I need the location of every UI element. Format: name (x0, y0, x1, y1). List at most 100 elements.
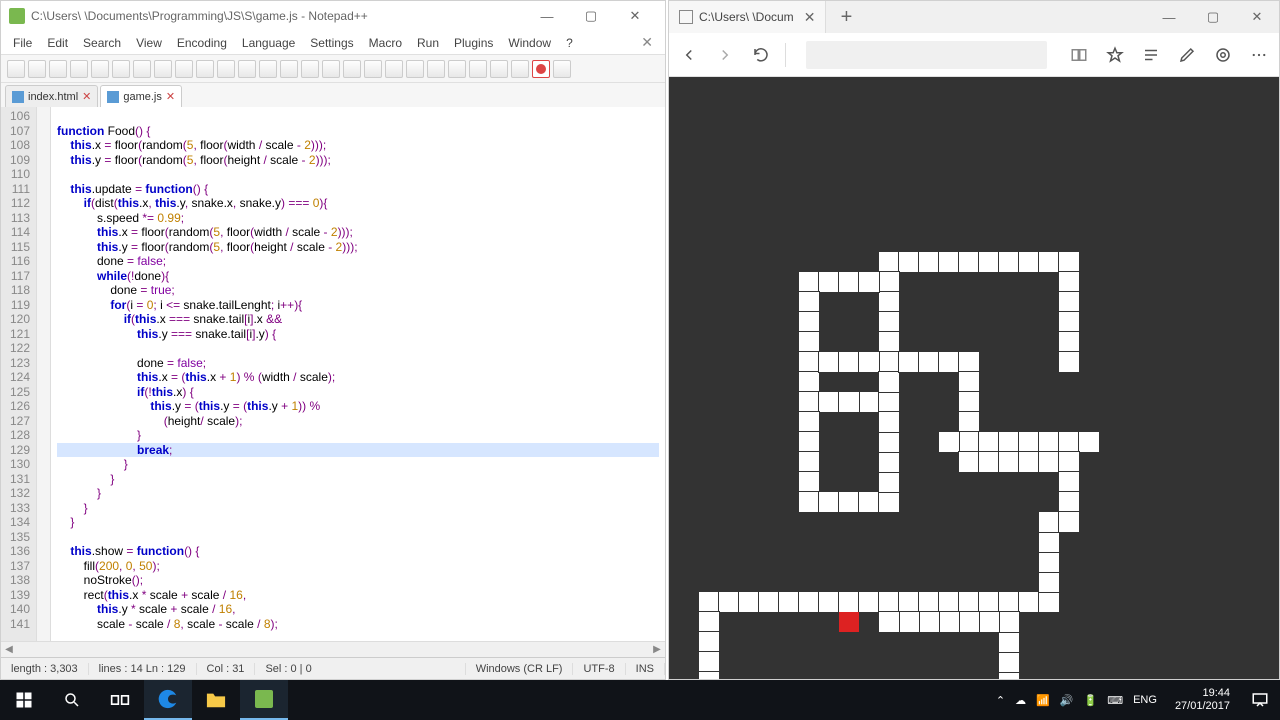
toolbar-button-5[interactable] (112, 60, 130, 78)
tray-onedrive-icon[interactable]: ☁ (1015, 694, 1026, 707)
menu-macro[interactable]: Macro (363, 34, 408, 52)
address-bar[interactable] (806, 41, 1047, 69)
toolbar-button-18[interactable] (385, 60, 403, 78)
snake-segment (1019, 592, 1039, 612)
menu-plugins[interactable]: Plugins (448, 34, 499, 52)
new-tab-button[interactable]: + (826, 6, 866, 29)
system-tray[interactable]: ⌃ ☁ 📶 🔊 🔋 ⌨ ENG (988, 694, 1165, 707)
toolbar-button-6[interactable] (133, 60, 151, 78)
favorite-icon[interactable] (1103, 43, 1127, 67)
windows-taskbar: ⌃ ☁ 📶 🔊 🔋 ⌨ ENG 19:44 27/01/2017 (0, 680, 1280, 720)
npp-maximize-button[interactable]: ▢ (569, 2, 613, 30)
share-icon[interactable] (1211, 43, 1235, 67)
menu-view[interactable]: View (130, 34, 168, 52)
file-tab-game.js[interactable]: game.js✕ (100, 85, 182, 107)
tab-close-icon[interactable]: ✕ (82, 90, 91, 103)
menu-settings[interactable]: Settings (304, 34, 359, 52)
toolbar-button-10[interactable] (217, 60, 235, 78)
horizontal-scrollbar[interactable]: ◀ ▶ (1, 641, 665, 657)
status-eol: Windows (CR LF) (466, 663, 574, 675)
menu-?[interactable]: ? (560, 34, 579, 52)
toolbar-button-19[interactable] (406, 60, 424, 78)
hub-icon[interactable] (1139, 43, 1163, 67)
edge-maximize-button[interactable]: ▢ (1191, 2, 1235, 32)
more-icon[interactable] (1247, 43, 1271, 67)
toolbar-button-0[interactable] (7, 60, 25, 78)
toolbar-button-23[interactable] (490, 60, 508, 78)
file-tab-index.html[interactable]: index.html✕ (5, 85, 98, 107)
menu-file[interactable]: File (7, 34, 38, 52)
menu-search[interactable]: Search (77, 34, 127, 52)
task-view-button[interactable] (96, 680, 144, 720)
tray-volume-icon[interactable]: 🔊 (1060, 694, 1074, 707)
tray-battery-icon[interactable]: 🔋 (1084, 694, 1098, 707)
npp-close-button[interactable]: ✕ (613, 2, 657, 30)
menu-edit[interactable]: Edit (41, 34, 74, 52)
toolbar-button-20[interactable] (427, 60, 445, 78)
npp-minimize-button[interactable]: — (525, 2, 569, 30)
snake-segment (879, 352, 899, 372)
toolbar-button-17[interactable] (364, 60, 382, 78)
snake-segment (799, 592, 819, 612)
edge-close-button[interactable]: ✕ (1235, 2, 1279, 32)
toolbar-button-26[interactable] (553, 60, 571, 78)
menu-encoding[interactable]: Encoding (171, 34, 233, 52)
toolbar-button-24[interactable] (511, 60, 529, 78)
toolbar-button-12[interactable] (259, 60, 277, 78)
toolbar-button-25[interactable] (532, 60, 550, 78)
snake-segment (699, 612, 719, 632)
toolbar-button-8[interactable] (175, 60, 193, 78)
webnote-icon[interactable] (1175, 43, 1199, 67)
tray-network-icon[interactable]: 📶 (1036, 694, 1050, 707)
toolbar-button-15[interactable] (322, 60, 340, 78)
snake-segment (1039, 552, 1059, 572)
menu-window[interactable]: Window (502, 34, 557, 52)
snake-segment (799, 352, 819, 372)
file-icon (12, 91, 24, 103)
toolbar-button-16[interactable] (343, 60, 361, 78)
toolbar-button-11[interactable] (238, 60, 256, 78)
menu-close-icon[interactable]: ✕ (635, 34, 659, 51)
tray-chevron-up-icon[interactable]: ⌃ (996, 694, 1005, 707)
forward-button[interactable] (713, 43, 737, 67)
edge-minimize-button[interactable]: — (1147, 2, 1191, 32)
tab-close-icon[interactable]: ✕ (166, 90, 175, 103)
npp-titlebar[interactable]: C:\Users\ \Documents\Programming\JS\S\ga… (1, 1, 665, 31)
toolbar-button-2[interactable] (49, 60, 67, 78)
taskbar-clock[interactable]: 19:44 27/01/2017 (1165, 687, 1240, 713)
reading-view-icon[interactable] (1067, 43, 1091, 67)
menu-run[interactable]: Run (411, 34, 445, 52)
toolbar-button-14[interactable] (301, 60, 319, 78)
snake-segment (979, 612, 999, 632)
npp-editor[interactable]: 106 107 108 109 110 111 112 113 114 115 … (1, 107, 665, 641)
taskbar-npp-icon[interactable] (240, 680, 288, 720)
search-button[interactable] (48, 680, 96, 720)
toolbar-button-3[interactable] (70, 60, 88, 78)
fold-gutter[interactable] (37, 107, 51, 641)
menu-language[interactable]: Language (236, 34, 301, 52)
toolbar-button-1[interactable] (28, 60, 46, 78)
npp-statusbar: length : 3,303 lines : 14 Ln : 129 Col :… (1, 657, 665, 679)
toolbar-button-13[interactable] (280, 60, 298, 78)
scroll-right-icon[interactable]: ▶ (649, 644, 665, 655)
tray-language[interactable]: ENG (1133, 694, 1157, 706)
tray-keyboard-icon[interactable]: ⌨ (1107, 694, 1123, 707)
action-center-button[interactable] (1240, 680, 1280, 720)
back-button[interactable] (677, 43, 701, 67)
toolbar-button-4[interactable] (91, 60, 109, 78)
snake-segment (1059, 252, 1079, 272)
start-button[interactable] (0, 680, 48, 720)
taskbar-edge-icon[interactable] (144, 680, 192, 720)
toolbar-button-9[interactable] (196, 60, 214, 78)
edge-tab-active[interactable]: C:\Users\ \Docum ✕ (669, 1, 826, 33)
scroll-left-icon[interactable]: ◀ (1, 644, 17, 655)
game-canvas[interactable] (669, 77, 1279, 679)
refresh-button[interactable] (749, 43, 773, 67)
taskbar-explorer-icon[interactable] (192, 680, 240, 720)
snake-segment (979, 452, 999, 472)
toolbar-button-21[interactable] (448, 60, 466, 78)
toolbar-button-7[interactable] (154, 60, 172, 78)
tab-close-icon[interactable]: ✕ (804, 9, 816, 26)
code-area[interactable]: function Food() { this.x = floor(random(… (51, 107, 665, 641)
toolbar-button-22[interactable] (469, 60, 487, 78)
